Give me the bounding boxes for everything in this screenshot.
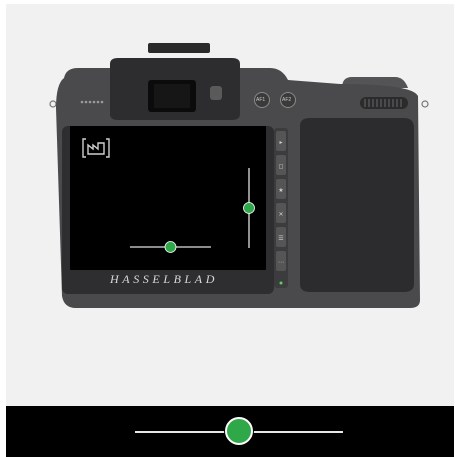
status-led <box>279 281 283 285</box>
hot-shoe <box>148 43 210 53</box>
svg-text:⋯: ⋯ <box>278 259 284 266</box>
left-strap-lug <box>49 100 57 108</box>
right-strap-lug <box>421 100 429 108</box>
footer-slider-bar <box>6 406 454 457</box>
svg-text:☰: ☰ <box>278 235 283 242</box>
side-button-column: ▸ ◻ ★ ✕ ☰ ⋯ <box>274 128 288 288</box>
svg-text:◻: ◻ <box>279 163 284 170</box>
vertical-slider-knob[interactable] <box>243 202 255 214</box>
viewfinder <box>110 58 240 120</box>
horizontal-slider-knob[interactable] <box>164 241 177 253</box>
svg-text:▸: ▸ <box>279 139 282 146</box>
af1-label: AF1 <box>256 97 266 103</box>
brand-logo: HASSELBLAD <box>110 272 218 286</box>
af2-label: AF2 <box>282 97 292 103</box>
camera-illustration: ▸ ◻ ★ ✕ ☰ ⋯ <box>49 43 429 308</box>
footer-slider-knob[interactable] <box>225 417 253 445</box>
svg-text:✕: ✕ <box>278 211 283 218</box>
svg-text:★: ★ <box>278 187 283 194</box>
command-dial[interactable] <box>360 97 408 109</box>
eye-sensor <box>210 86 222 100</box>
camera-grip <box>300 118 414 292</box>
